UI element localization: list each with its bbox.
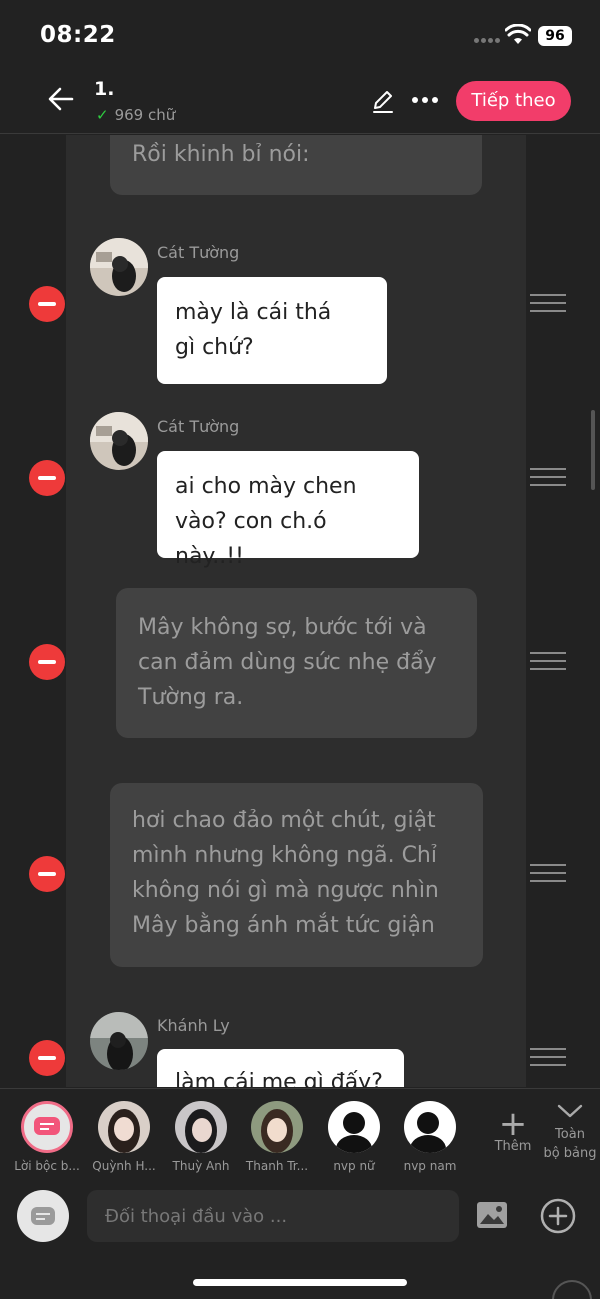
dialogue-line: ai cho mày chen <box>175 474 357 499</box>
all-characters-label-line2: bộ bảng <box>543 1146 597 1161</box>
character-name: Cát Tường <box>157 417 240 436</box>
chat-icon <box>21 1101 73 1153</box>
screen: 08:22 96 1. ✓ 969 chữ Tiếp theo Rồi khinh… <box>0 0 600 1299</box>
speaker-select-button[interactable] <box>17 1190 69 1242</box>
character-label: Quỳnh H... <box>92 1159 156 1173</box>
editor-header: 1. ✓ 969 chữ Tiếp theo <box>0 70 600 134</box>
character-label: Thanh Tr... <box>245 1159 309 1173</box>
drag-handle-icon[interactable] <box>530 864 566 886</box>
dialogue-line: vào? con ch.ó này..!! <box>175 509 327 569</box>
avatar <box>98 1101 150 1153</box>
narration-bubble[interactable]: Mây không sợ, bước tới và can đảm dùng s… <box>116 588 477 738</box>
avatar <box>404 1101 456 1153</box>
avatar <box>175 1101 227 1153</box>
wifi-icon <box>505 24 531 44</box>
drag-handle-icon[interactable] <box>530 468 566 490</box>
avatar-cat-tuong <box>90 238 148 296</box>
drag-handle-icon[interactable] <box>530 1048 566 1070</box>
check-icon: ✓ <box>96 106 109 124</box>
character-option[interactable]: Thuỳ Anh <box>165 1101 237 1179</box>
delete-button[interactable] <box>29 1040 65 1076</box>
chat-area: Rồi khinh bỉ nói: Cát Tường mày là cái t… <box>0 135 600 1087</box>
avatar <box>251 1101 303 1153</box>
narration-line: Mây bằng ánh mắt tức giận <box>132 913 435 938</box>
narration-bubble[interactable]: Rồi khinh bỉ nói: <box>110 135 482 195</box>
narration-line: Tường ra. <box>138 685 244 710</box>
character-label: nvp nữ <box>333 1159 375 1173</box>
delete-button[interactable] <box>29 460 65 496</box>
narration-text: Rồi khinh bỉ nói: <box>132 142 310 167</box>
chevron-down-icon <box>557 1104 583 1118</box>
character-name: Cát Tường <box>157 243 240 262</box>
word-count: ✓ 969 chữ <box>96 106 175 124</box>
all-characters-label-line1: Toàn <box>555 1127 585 1142</box>
more-icon[interactable] <box>410 92 444 108</box>
add-character-label: Thêm <box>494 1139 532 1154</box>
chat-icon <box>31 1207 55 1225</box>
narration-line: can đảm dùng sức nhẹ đẩy <box>138 650 437 675</box>
character-label: Lời bộc b... <box>14 1159 80 1173</box>
battery-indicator: 96 <box>538 26 572 46</box>
narration-bubble[interactable]: hơi chao đảo một chút, giật mình nhưng k… <box>110 783 483 967</box>
back-arrow-icon[interactable] <box>46 84 76 114</box>
pencil-icon[interactable] <box>370 88 396 114</box>
character-label: nvp nam <box>403 1159 457 1173</box>
character-name: Khánh Ly <box>157 1016 230 1035</box>
narration-line: mình nhưng không ngã. Chỉ <box>132 843 437 868</box>
avatar <box>328 1101 380 1153</box>
next-button[interactable]: Tiếp theo <box>456 81 571 121</box>
character-option[interactable]: Quỳnh H... <box>88 1101 160 1179</box>
image-icon[interactable] <box>476 1201 508 1229</box>
avatar-cat-tuong <box>90 412 148 470</box>
chapter-title: 1. <box>94 78 115 100</box>
dialogue-bubble[interactable]: mày là cái thá gì chứ? <box>157 277 387 384</box>
all-characters-button[interactable]: Toàn bộ bảng <box>540 1103 600 1163</box>
dialogue-bubble[interactable]: làm cái mẹ gì đấy? <box>157 1049 404 1087</box>
dialogue-line: gì chứ? <box>175 335 254 360</box>
narration-line: Mây không sợ, bước tới và <box>138 615 427 640</box>
plus-icon: + <box>498 1104 528 1144</box>
character-option[interactable]: nvp nam <box>394 1101 466 1179</box>
word-count-label: 969 chữ <box>114 106 176 124</box>
drag-handle-icon[interactable] <box>530 652 566 674</box>
character-label: Thuỳ Anh <box>172 1159 230 1173</box>
narration-line: không nói gì mà ngược nhìn <box>132 878 439 903</box>
character-bar: Lời bộc b... Quỳnh H... Thuỳ Anh Thanh T… <box>0 1088 600 1178</box>
delete-button[interactable] <box>29 286 65 322</box>
delete-button[interactable] <box>29 856 65 892</box>
status-bar: 08:22 96 <box>0 0 600 70</box>
avatar-khanh-ly <box>90 1012 148 1070</box>
drag-handle-icon[interactable] <box>530 294 566 316</box>
dialogue-line: mày là cái thá <box>175 300 332 325</box>
signal-icon <box>474 38 502 44</box>
character-option[interactable]: Lời bộc b... <box>11 1101 83 1179</box>
narration-line: hơi chao đảo một chút, giật <box>132 808 436 833</box>
dialogue-bubble[interactable]: ai cho mày chen vào? con ch.ó này..!! <box>157 451 419 569</box>
status-time: 08:22 <box>40 22 116 48</box>
dialogue-line: làm cái mẹ gì đấy? <box>175 1070 383 1087</box>
add-character-button[interactable]: + Thêm <box>486 1104 540 1154</box>
scrollbar[interactable] <box>591 410 595 490</box>
home-indicator <box>193 1279 407 1286</box>
add-circle-icon[interactable] <box>540 1198 576 1234</box>
delete-button[interactable] <box>29 644 65 680</box>
dialogue-input[interactable] <box>87 1190 459 1242</box>
character-option[interactable]: Thanh Tr... <box>241 1101 313 1179</box>
character-option[interactable]: nvp nữ <box>318 1101 390 1179</box>
